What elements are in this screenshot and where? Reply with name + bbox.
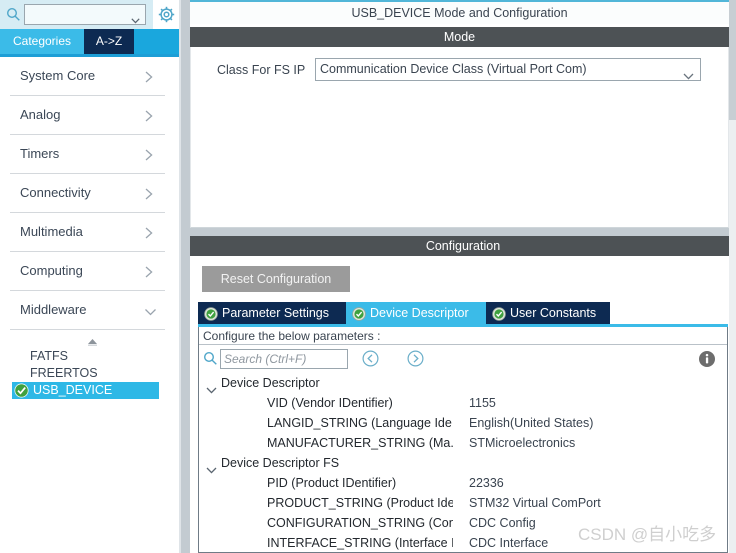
- category-item-computing[interactable]: Computing: [10, 252, 165, 291]
- category-tab-bar: Categories A->Z: [0, 29, 179, 54]
- middleware-label: USB_DEVICE: [33, 383, 113, 397]
- ip-search-combo[interactable]: [24, 4, 146, 25]
- parameter-value: CDC Config: [469, 516, 536, 530]
- category-item-timers[interactable]: Timers: [10, 135, 165, 174]
- category-label: Connectivity: [20, 185, 91, 200]
- table-row[interactable]: PRODUCT_STRING (Product Ide... STM32 Vir…: [199, 494, 727, 514]
- chevron-right-icon: [144, 187, 155, 200]
- parameter-value: English(United States): [469, 416, 594, 430]
- sidebar-item-fatfs[interactable]: FATFS: [30, 348, 159, 365]
- chevron-right-icon: [144, 109, 155, 122]
- sidebar-item-freertos[interactable]: FREERTOS: [30, 365, 159, 382]
- ip-search-strip: [0, 0, 179, 29]
- mode-and-configuration-panel: USB_DEVICE Mode and Configuration Mode C…: [190, 0, 736, 553]
- check-circle-icon: [352, 306, 366, 321]
- category-label: Computing: [20, 263, 83, 278]
- parameter-name: MANUFACTURER_STRING (Ma...: [267, 436, 453, 450]
- category-item-connectivity[interactable]: Connectivity: [10, 174, 165, 213]
- circle-right-arrow-icon[interactable]: [407, 350, 424, 367]
- search-icon: [203, 351, 218, 366]
- tree-group-device-descriptor-fs[interactable]: Device Descriptor FS: [199, 454, 727, 474]
- mode-section-header: Mode: [190, 27, 729, 47]
- page-title: USB_DEVICE Mode and Configuration: [351, 6, 568, 20]
- category-label: Analog: [20, 107, 61, 122]
- vertical-scrollbar-thumb[interactable]: [729, 0, 736, 120]
- tab-device-descriptor[interactable]: Device Descriptor: [346, 302, 486, 324]
- check-circle-icon: [204, 306, 218, 321]
- stm32cubemx-window: Categories A->Z System Core Analog Timer…: [0, 0, 736, 553]
- mode-section-body: Class For FS IP Communication Device Cla…: [190, 47, 729, 228]
- class-for-fs-ip-select[interactable]: Communication Device Class (Virtual Port…: [315, 58, 701, 81]
- tab-user-constants[interactable]: User Constants: [486, 302, 610, 324]
- tab-a-to-z[interactable]: A->Z: [84, 29, 134, 54]
- tab-label: Device Descriptor: [370, 306, 469, 320]
- search-icon: [6, 7, 21, 22]
- watermark: CSDN @自小吃多: [578, 525, 717, 544]
- middleware-label: FATFS: [30, 349, 68, 363]
- reset-configuration-button[interactable]: Reset Configuration: [202, 266, 350, 292]
- middleware-label: FREERTOS: [30, 366, 98, 380]
- ip-search-input[interactable]: [28, 7, 126, 22]
- info-icon[interactable]: [698, 350, 716, 368]
- chevron-right-icon: [144, 265, 155, 278]
- check-circle-icon: [492, 306, 506, 321]
- category-item-multimedia[interactable]: Multimedia: [10, 213, 165, 252]
- gear-icon[interactable]: [158, 6, 175, 23]
- parameters-search-row: [199, 346, 727, 374]
- parameter-name: PRODUCT_STRING (Product Ide...: [267, 496, 453, 510]
- parameter-value: STM32 Virtual ComPort: [469, 496, 601, 510]
- chevron-right-icon: [144, 226, 155, 239]
- chevron-right-icon: [144, 148, 155, 161]
- category-list: System Core Analog Timers Connectivity M…: [0, 57, 175, 332]
- parameter-name: INTERFACE_STRING (Interface I...: [267, 536, 453, 550]
- category-label: Timers: [20, 146, 60, 161]
- tree-group-label: Device Descriptor FS: [221, 456, 340, 470]
- parameters-caption: Configure the below parameters :: [199, 327, 727, 345]
- panel-divider-highlight: [179, 0, 181, 553]
- configuration-section-header: Configuration: [190, 236, 736, 256]
- parameter-name: LANGID_STRING (Language Ide...: [267, 416, 453, 430]
- table-row[interactable]: VID (Vendor IDentifier) 1155: [199, 394, 727, 414]
- parameter-value: CDC Interface: [469, 536, 549, 550]
- circle-left-arrow-icon[interactable]: [362, 350, 379, 367]
- tab-label: User Constants: [510, 306, 597, 320]
- chevron-right-icon: [144, 70, 155, 83]
- parameter-name: VID (Vendor IDentifier): [267, 396, 393, 410]
- table-row[interactable]: MANUFACTURER_STRING (Ma... STMicroelectr…: [199, 434, 727, 454]
- chevron-down-icon[interactable]: [683, 67, 694, 80]
- panel-title-bar: USB_DEVICE Mode and Configuration: [190, 0, 729, 24]
- parameter-value: 22336: [469, 476, 504, 490]
- sidebar-item-usb-device[interactable]: USB_DEVICE: [12, 382, 159, 399]
- parameter-name: CONFIGURATION_STRING (Con...: [267, 516, 453, 530]
- category-item-system-core[interactable]: System Core: [10, 57, 165, 96]
- table-row[interactable]: PID (Product IDentifier) 22336: [199, 474, 727, 494]
- chevron-down-icon[interactable]: [131, 11, 140, 24]
- section-separator: [190, 228, 736, 236]
- parameter-name: PID (Product IDentifier): [267, 476, 397, 490]
- parameters-search-input[interactable]: [220, 349, 348, 369]
- tab-parameter-settings[interactable]: Parameter Settings: [198, 302, 346, 324]
- chevron-down-icon[interactable]: [206, 461, 217, 474]
- ip-settings-area: [153, 0, 179, 29]
- class-for-fs-ip-label: Class For FS IP: [217, 63, 306, 77]
- tab-label: Parameter Settings: [222, 306, 329, 320]
- ip-tree-panel: Categories A->Z System Core Analog Timer…: [0, 0, 179, 553]
- tab-categories[interactable]: Categories: [0, 29, 84, 54]
- category-label: Middleware: [20, 302, 87, 317]
- tree-group-label: Device Descriptor: [221, 376, 320, 390]
- category-label: System Core: [20, 68, 96, 83]
- scroll-up-indicator[interactable]: [86, 334, 99, 346]
- category-item-middleware[interactable]: Middleware: [10, 291, 165, 330]
- chevron-down-icon[interactable]: [206, 381, 217, 394]
- check-circle-icon: [14, 383, 29, 398]
- parameter-value: STMicroelectronics: [469, 436, 576, 450]
- tree-group-device-descriptor[interactable]: Device Descriptor: [199, 374, 727, 394]
- parameter-value: 1155: [469, 396, 496, 410]
- table-row[interactable]: LANGID_STRING (Language Ide... English(U…: [199, 414, 727, 434]
- category-item-analog[interactable]: Analog: [10, 96, 165, 135]
- class-for-fs-ip-value: Communication Device Class (Virtual Port…: [320, 62, 587, 76]
- chevron-down-icon: [144, 304, 156, 316]
- configuration-section-body: Reset Configuration Parameter Settings D…: [190, 256, 736, 553]
- category-label: Multimedia: [20, 224, 83, 239]
